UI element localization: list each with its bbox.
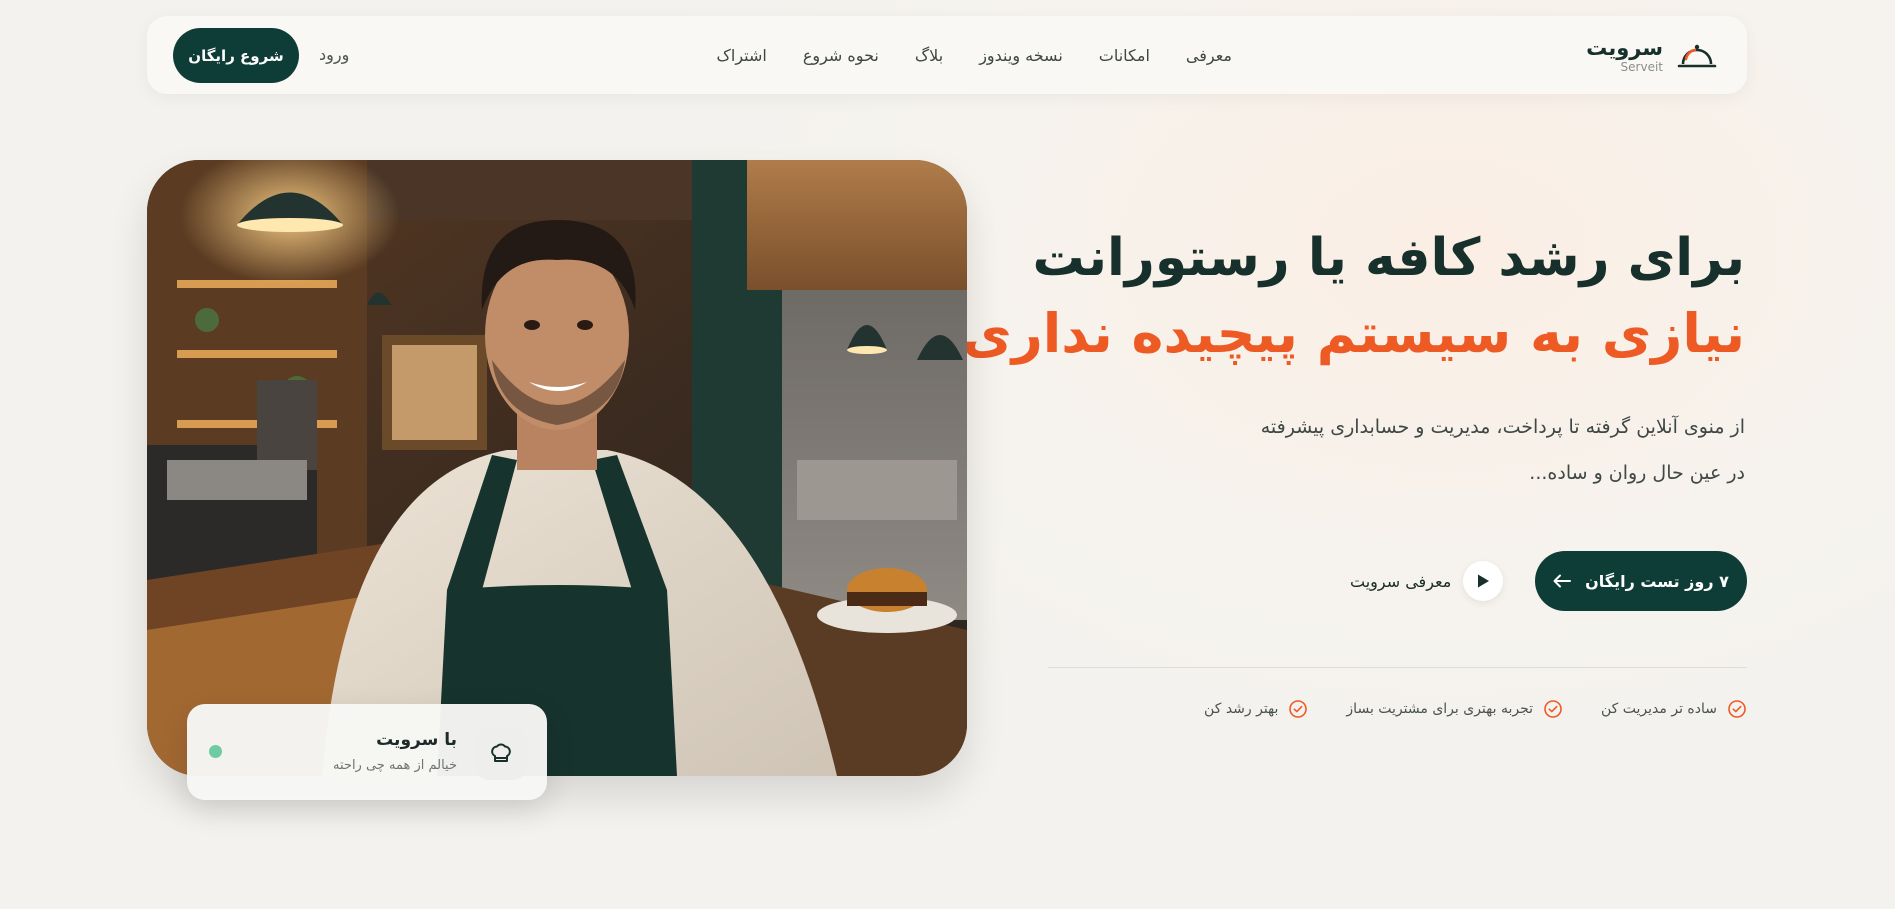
serving-cloche-icon — [1677, 44, 1717, 68]
badge-title: با سرویت — [376, 730, 457, 750]
feature-label: تجربه بهتری برای مشتریت بساز — [1346, 701, 1534, 717]
nav-menu: معرفی امکانات نسخه ویندوز بلاگ نحوه شروع… — [717, 16, 1232, 94]
feature-item: بهتر رشد کن — [1204, 699, 1308, 719]
feature-label: بهتر رشد کن — [1204, 701, 1279, 717]
badge-icon-box — [475, 728, 527, 780]
hero-title-line1: برای رشد کافه یا رستورانت — [1032, 228, 1746, 288]
free-trial-button[interactable]: ۷ روز تست رایگان — [1535, 551, 1747, 611]
nav-item-blog[interactable]: بلاگ — [915, 46, 943, 65]
hero-divider — [1048, 667, 1747, 668]
play-button[interactable] — [1463, 561, 1504, 601]
login-link[interactable]: ورود — [319, 45, 349, 64]
feature-item: تجربه بهتری برای مشتریت بساز — [1346, 699, 1563, 719]
testimonial-badge: با سرویت خیالم از همه چی راحته — [187, 704, 547, 800]
nav-item-intro[interactable]: معرفی — [1186, 46, 1232, 65]
check-circle-icon — [1544, 700, 1562, 718]
nav-item-windows[interactable]: نسخه ویندوز — [979, 46, 1063, 65]
feature-list: ساده تر مدیریت کن تجربه بهتری برای مشتری… — [1204, 699, 1747, 719]
brand-logo[interactable]: سرویت Serveit — [1586, 30, 1717, 80]
check-circle-icon — [1289, 700, 1308, 718]
intro-video-button[interactable]: معرفی سرویت — [1350, 560, 1504, 602]
arrow-left-icon — [1553, 574, 1572, 588]
brand-text: سرویت Serveit — [1586, 36, 1663, 74]
hero-description-line2: در عین حال روان و ساده... — [1529, 462, 1745, 484]
brand-latin: Serveit — [1620, 60, 1663, 74]
brand-name: سرویت — [1586, 36, 1663, 60]
start-free-button[interactable]: شروع رایگان — [173, 28, 299, 83]
feature-label: ساده تر مدیریت کن — [1601, 701, 1717, 717]
chef-hat-icon — [491, 743, 511, 762]
check-circle-icon — [1728, 700, 1746, 718]
hero-photo-barista — [147, 160, 967, 776]
free-trial-label: ۷ روز تست رایگان — [1585, 571, 1729, 591]
navbar: سرویت Serveit معرفی امکانات نسخه ویندوز … — [147, 16, 1747, 94]
play-icon — [1478, 574, 1490, 588]
nav-item-how-to-start[interactable]: نحوه شروع — [803, 46, 879, 65]
badge-subtitle: خیالم از همه چی راحته — [333, 758, 457, 773]
nav-item-features[interactable]: امکانات — [1099, 46, 1150, 65]
feature-item: ساده تر مدیریت کن — [1601, 699, 1747, 719]
status-dot — [209, 745, 222, 758]
intro-video-label: معرفی سرویت — [1350, 571, 1452, 591]
hero-description-line1: از منوی آنلاین گرفته تا پرداخت، مدیریت و… — [1260, 416, 1745, 438]
nav-item-subscription[interactable]: اشتراک — [717, 46, 767, 65]
hero-title-line2: نیازی به سیستم پیچیده نداری! — [937, 302, 1746, 365]
